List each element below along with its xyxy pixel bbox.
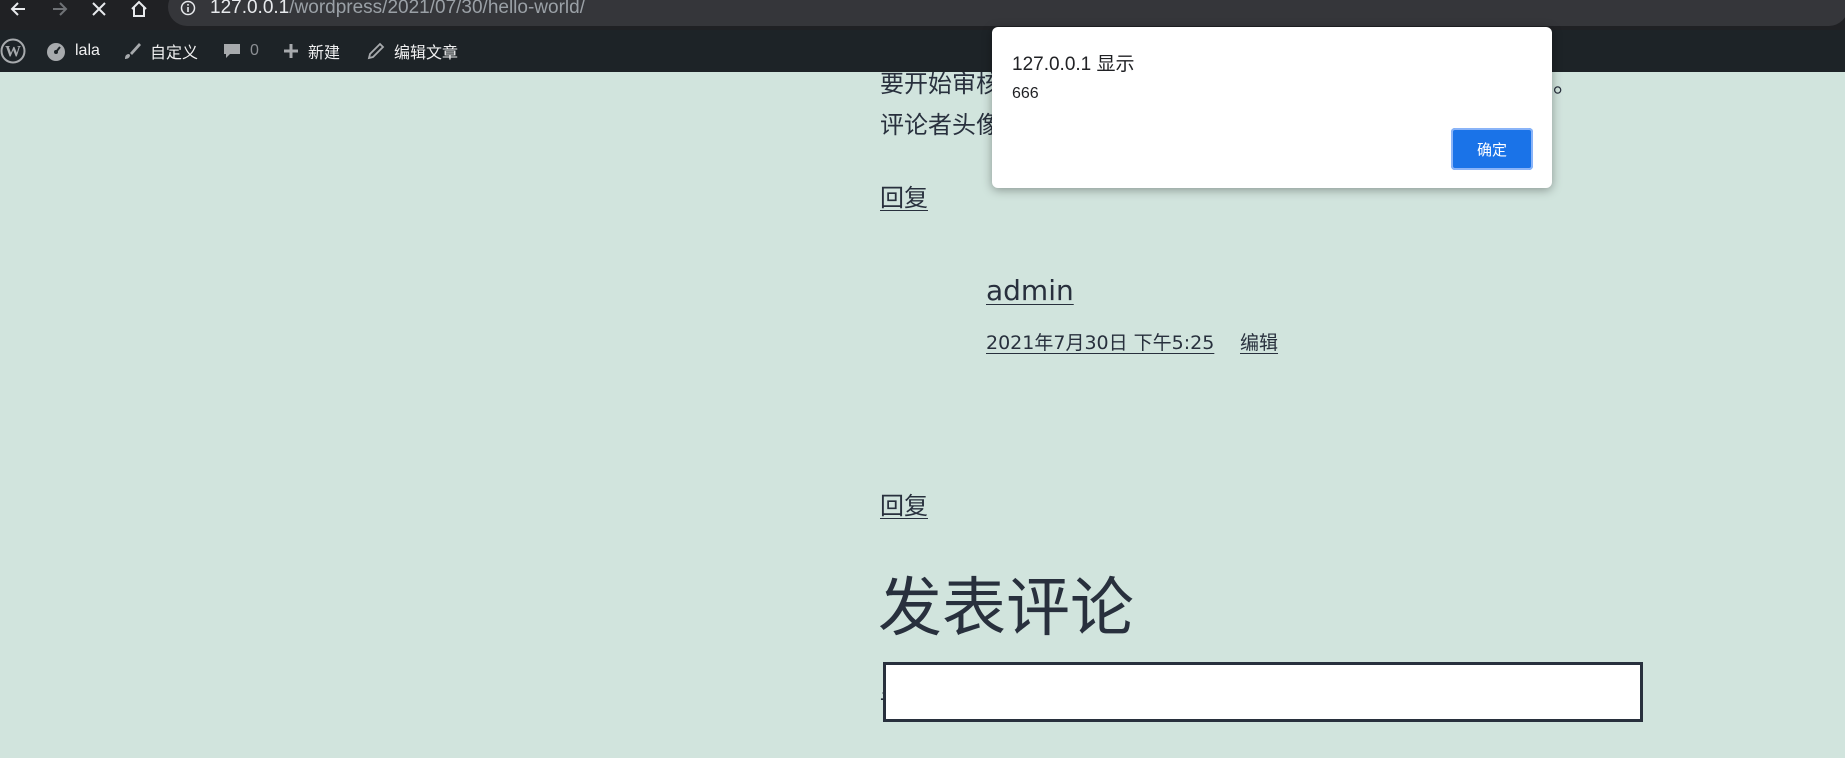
comment-author-link[interactable]: admin <box>986 274 1074 307</box>
url-path: /wordpress/2021/07/30/hello-world/ <box>289 0 585 18</box>
wp-admin-bar: W lala 自定义 0 新建 编辑文章 <box>0 30 1845 72</box>
url-host: 127.0.0.1 <box>210 0 290 18</box>
forward-button[interactable] <box>45 0 73 20</box>
new-label: 新建 <box>308 45 341 62</box>
plus-icon <box>284 44 298 58</box>
site-info-icon[interactable] <box>180 0 196 16</box>
paintbrush-icon <box>125 43 141 59</box>
pencil-icon <box>367 42 385 60</box>
home-icon <box>131 0 147 17</box>
comment-bubble-icon <box>224 44 240 58</box>
wordpress-logo-icon: W <box>0 38 26 64</box>
back-arrow-icon <box>10 2 25 16</box>
home-button[interactable] <box>125 0 153 20</box>
comment-textarea[interactable] <box>883 662 1643 722</box>
dashboard-gauge-icon <box>47 43 65 61</box>
leave-comment-title: 发表评论 <box>878 572 1134 646</box>
moderation-notice-line1: 要开始审核 <box>880 72 1000 98</box>
edit-post-label: 编辑文章 <box>394 45 459 62</box>
stop-loading-button[interactable] <box>85 0 113 20</box>
edit-post-menu[interactable]: 编辑文章 <box>366 30 458 72</box>
url-text[interactable]: 127.0.0.1/wordpress/2021/07/30/hello-wor… <box>210 0 585 19</box>
forward-arrow-icon <box>53 2 68 16</box>
back-button[interactable] <box>5 0 33 20</box>
svg-text:W: W <box>5 44 21 61</box>
dialog-title: 127.0.0.1 显示 <box>1012 54 1135 75</box>
comment-edit-link[interactable]: 编辑 <box>1240 328 1278 355</box>
alert-dialog: 127.0.0.1 显示 666 确定 <box>992 27 1552 188</box>
comment-date-link[interactable]: 2021年7月30日 下午5:25 <box>986 328 1214 355</box>
browser-toolbar: 127.0.0.1/wordpress/2021/07/30/hello-wor… <box>0 0 1845 30</box>
reply-link-2[interactable]: 回复 <box>880 486 928 521</box>
dialog-message: 666 <box>1012 85 1039 102</box>
ok-button[interactable]: 确定 <box>1451 128 1533 170</box>
new-content-menu[interactable]: 新建 <box>282 30 340 72</box>
moderation-notice-line1-end: 。 <box>1553 72 1577 98</box>
comments-count: 0 <box>250 42 259 59</box>
page-content: 要开始审核 。 评论者头像 回复 admin 2021年7月30日 下午5:25… <box>0 72 1845 758</box>
close-icon <box>92 2 106 16</box>
site-name-menu[interactable]: lala <box>45 30 100 72</box>
wp-logo-menu[interactable]: W <box>0 30 26 72</box>
customize-menu[interactable]: 自定义 <box>122 30 198 72</box>
moderation-notice-line2: 评论者头像 <box>880 111 1000 139</box>
comments-menu[interactable]: 0 <box>222 30 259 72</box>
reply-link-1[interactable]: 回复 <box>880 178 928 213</box>
site-name-label: lala <box>75 42 100 59</box>
customize-label: 自定义 <box>150 45 199 62</box>
